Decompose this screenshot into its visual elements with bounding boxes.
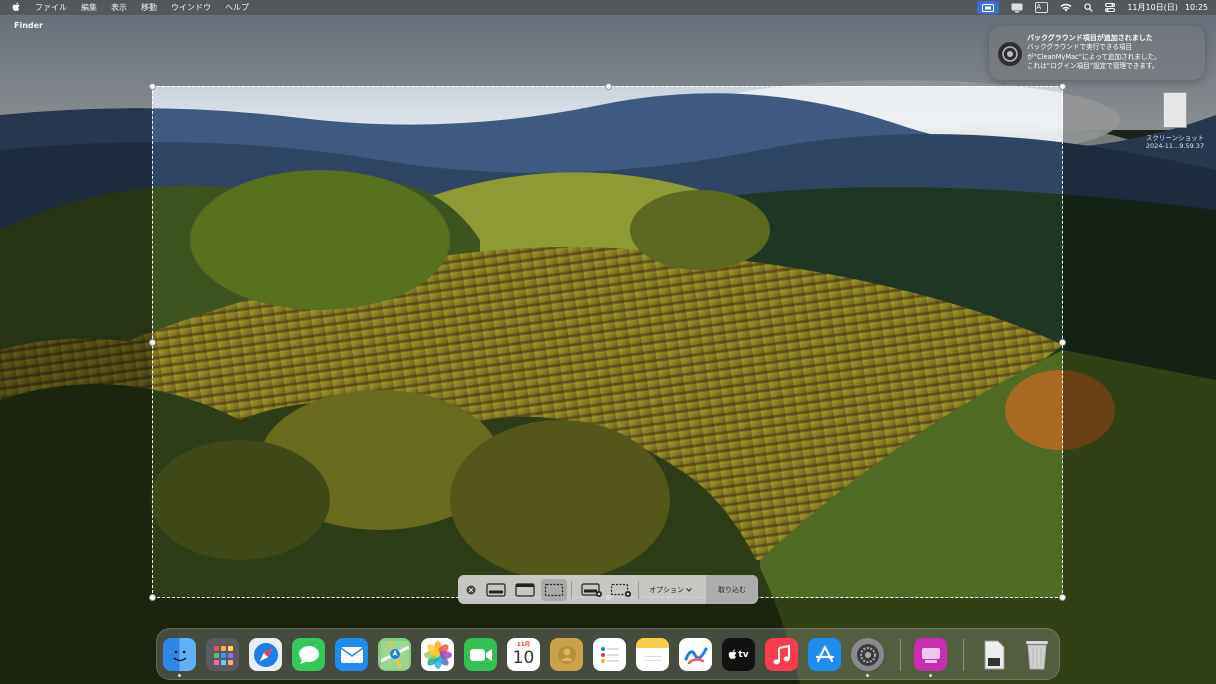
cleanmymac-running-indicator bbox=[929, 674, 932, 677]
tv-label: tv bbox=[738, 649, 749, 660]
record-selection-icon bbox=[610, 583, 631, 597]
capture-selection-button[interactable] bbox=[541, 578, 567, 601]
control-center-icon[interactable] bbox=[1105, 3, 1116, 12]
resize-handle-right[interactable] bbox=[1059, 339, 1066, 346]
record-screen-icon bbox=[581, 582, 602, 597]
toolbar-divider bbox=[638, 580, 639, 599]
chevron-down-icon bbox=[686, 587, 692, 592]
capture-button[interactable]: 取り込む bbox=[706, 575, 758, 604]
system-settings-app-icon[interactable] bbox=[851, 638, 884, 671]
notification-body: バックグラウンドで実行できる項目 が“CleanMyMac”によって追加されまし… bbox=[1027, 43, 1161, 70]
menubar-time[interactable]: 10:25 bbox=[1185, 3, 1208, 12]
capture-window-button[interactable] bbox=[512, 579, 538, 601]
file-name-line1: スクリーンショット bbox=[1145, 134, 1205, 142]
notes-app-icon[interactable] bbox=[636, 638, 669, 671]
menubar-date[interactable]: 11月10日(日) bbox=[1127, 2, 1178, 13]
menu-bar: Finder ファイル 編集 表示 移動 ウインドウ ヘルプ A 11月10日(… bbox=[0, 0, 1216, 30]
dock-divider bbox=[963, 639, 964, 671]
reminders-app-icon[interactable] bbox=[593, 638, 626, 671]
notification-title: バックグラウンド項目が追加されました bbox=[1027, 34, 1153, 42]
calendar-day: 10 bbox=[512, 648, 535, 668]
resize-handle-top[interactable] bbox=[605, 83, 612, 90]
menu-edit[interactable]: 編集 bbox=[81, 2, 97, 13]
music-app-icon[interactable] bbox=[765, 638, 798, 671]
freeform-app-icon[interactable] bbox=[679, 638, 712, 671]
wifi-icon[interactable] bbox=[1060, 3, 1072, 12]
spotlight-search-icon[interactable] bbox=[1084, 3, 1094, 12]
contacts-app-icon[interactable] bbox=[550, 638, 583, 671]
screen-recording-icon[interactable] bbox=[977, 1, 1000, 14]
capture-entire-screen-button[interactable] bbox=[483, 579, 509, 601]
mail-app-icon[interactable] bbox=[335, 638, 368, 671]
dock-divider bbox=[900, 639, 901, 671]
record-selection-button[interactable] bbox=[608, 579, 634, 601]
messages-app-icon[interactable] bbox=[292, 638, 325, 671]
trash-icon[interactable] bbox=[1020, 638, 1053, 671]
menu-view[interactable]: 表示 bbox=[111, 2, 127, 13]
desktop-screenshot-file[interactable]: スクリーンショット 2024-11...9.59.37 bbox=[1140, 92, 1210, 150]
close-toolbar-button[interactable] bbox=[462, 579, 480, 601]
selection-icon bbox=[544, 583, 564, 596]
settings-running-indicator bbox=[866, 674, 869, 677]
calendar-app-icon[interactable]: 11月 10 bbox=[507, 638, 540, 671]
window-icon bbox=[515, 582, 535, 597]
close-icon bbox=[466, 585, 476, 594]
menu-window[interactable]: ウインドウ bbox=[171, 2, 211, 13]
record-entire-screen-button[interactable] bbox=[579, 579, 605, 601]
entire-screen-icon bbox=[486, 582, 506, 597]
app-store-app-icon[interactable] bbox=[808, 638, 841, 671]
resize-handle-bottom-left[interactable] bbox=[149, 594, 156, 601]
photos-app-icon[interactable] bbox=[421, 638, 454, 671]
cleanmymac-dock-icon[interactable] bbox=[914, 638, 947, 671]
background-items-notification[interactable]: バックグラウンド項目が追加されました バックグラウンドで実行できる項目 が“Cl… bbox=[989, 26, 1205, 80]
facetime-app-icon[interactable] bbox=[464, 638, 497, 671]
options-label: オプション bbox=[649, 585, 684, 594]
finder-running-indicator bbox=[178, 674, 181, 677]
capture-selection-area[interactable] bbox=[149, 83, 1066, 601]
options-menu-button[interactable]: オプション bbox=[643, 579, 698, 601]
safari-app-icon[interactable] bbox=[249, 638, 282, 671]
resize-handle-top-right[interactable] bbox=[1059, 83, 1066, 90]
resize-handle-top-left[interactable] bbox=[149, 83, 156, 90]
cleanmymac-app-icon bbox=[997, 41, 1023, 67]
apple-tv-app-icon[interactable]: tv bbox=[722, 638, 755, 671]
screenshot-toolbar: オプション 取り込む bbox=[458, 575, 758, 604]
toolbar-divider bbox=[571, 580, 572, 599]
downloads-stack-icon[interactable] bbox=[977, 638, 1010, 671]
launchpad-app-icon[interactable] bbox=[206, 638, 239, 671]
menu-go[interactable]: 移動 bbox=[141, 2, 157, 13]
input-mode-icon[interactable]: A bbox=[1035, 2, 1049, 13]
cleanmymac-icon[interactable] bbox=[1011, 3, 1023, 13]
maps-app-icon[interactable] bbox=[378, 638, 411, 671]
menu-help[interactable]: ヘルプ bbox=[225, 2, 249, 13]
file-thumbnail-icon bbox=[1163, 92, 1187, 128]
file-name-line2: 2024-11...9.59.37 bbox=[1145, 142, 1205, 150]
finder-app-icon[interactable] bbox=[163, 638, 196, 671]
resize-handle-bottom-right[interactable] bbox=[1059, 594, 1066, 601]
menu-app-finder[interactable]: Finder bbox=[12, 9, 45, 42]
dock: 11月 10 tv bbox=[156, 628, 1060, 680]
resize-handle-left[interactable] bbox=[149, 339, 156, 346]
